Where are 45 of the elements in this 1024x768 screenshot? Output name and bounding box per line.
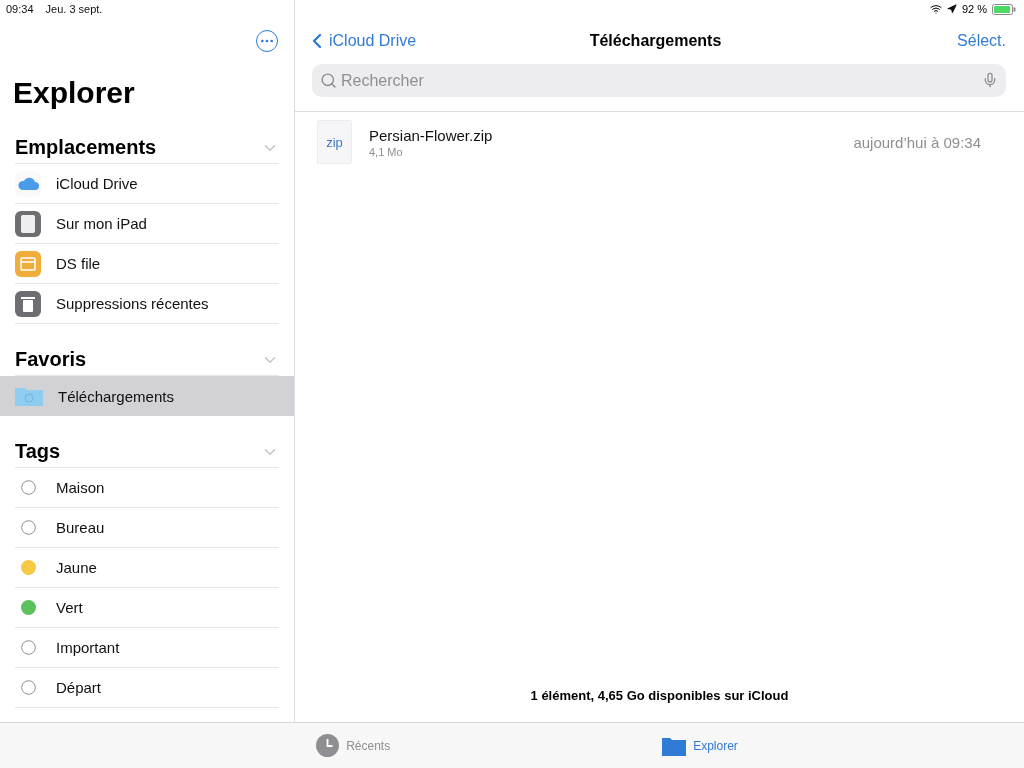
- section-title: Emplacements: [15, 136, 157, 159]
- tag-dot: [20, 480, 36, 495]
- tag-dot: [20, 680, 36, 695]
- select-link[interactable]: Sélect.: [856, 32, 1006, 50]
- section-title: Tags: [15, 440, 61, 463]
- sidebar-item[interactable]: Téléchargements: [0, 376, 294, 416]
- file-date: aujourd’hui à 09:34: [853, 133, 981, 151]
- wifi-icon: [929, 3, 942, 15]
- sidebar-item[interactable]: Vert: [0, 588, 294, 628]
- tab[interactable]: Explorer: [656, 723, 744, 768]
- status-date: Jeu. 3 sept.: [45, 3, 103, 15]
- file-size: 4,1 Mo: [369, 145, 404, 158]
- sidebar-item[interactable]: iCloud Drive: [0, 164, 294, 204]
- search-icon: [320, 72, 337, 89]
- trash-icon: [15, 290, 41, 317]
- back-link[interactable]: iCloud Drive: [305, 29, 455, 53]
- battery-percent: 92 %: [961, 3, 987, 15]
- folder-icon: [662, 735, 687, 756]
- search-field[interactable]: Rechercher: [312, 64, 1006, 97]
- microphone-icon[interactable]: [982, 72, 998, 88]
- tag-dot: [20, 520, 36, 535]
- sidebar-title: Explorer: [12, 75, 136, 111]
- sidebar-item[interactable]: DS file: [0, 244, 294, 284]
- file-row[interactable]: zip Persian-Flower.zip 4,1 Mo aujourd’hui à 09:34: [295, 112, 1024, 166]
- sidebar-item[interactable]: Maison: [0, 468, 294, 508]
- cloud-icon: [15, 170, 41, 197]
- sidebar-item[interactable]: Sur mon iPad: [0, 204, 294, 244]
- clock-icon: [316, 734, 340, 757]
- status-time: 09:34: [6, 3, 34, 15]
- sidebar-item[interactable]: Bureau: [0, 508, 294, 548]
- battery-icon: [992, 3, 1016, 15]
- folder-icon: [15, 386, 43, 406]
- sidebar-item[interactable]: Important: [0, 628, 294, 668]
- folder-icon: [15, 250, 41, 277]
- nav-title: Téléchargements: [589, 32, 722, 50]
- sidebar-item[interactable]: Suppressions récentes: [0, 284, 294, 324]
- tag-dot: [20, 640, 36, 655]
- sidebar-item[interactable]: Jaune: [0, 548, 294, 588]
- section-title: Favoris: [15, 348, 87, 371]
- storage-summary: 1 élément, 4,65 Go disponibles sur iCloud: [530, 688, 789, 703]
- tablet-icon: [15, 210, 41, 237]
- file-name: Persian-Flower.zip: [369, 126, 494, 144]
- location-icon: [946, 4, 957, 14]
- file-icon: zip: [317, 120, 352, 164]
- sidebar-item[interactable]: Départ: [0, 668, 294, 708]
